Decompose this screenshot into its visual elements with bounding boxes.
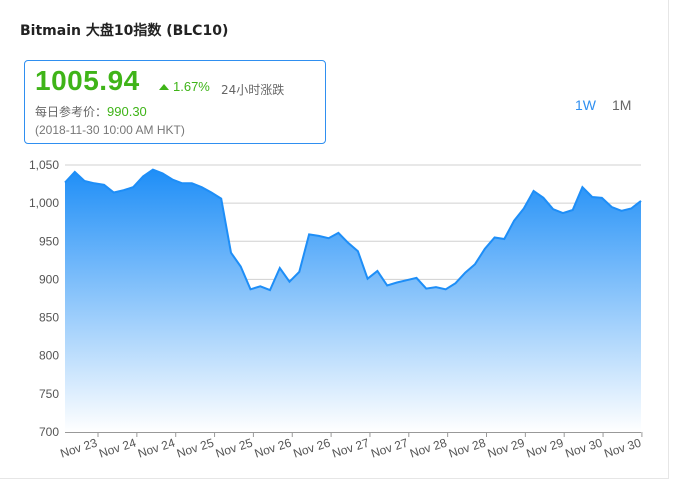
x-tick-label: Nov 30 [602, 435, 643, 460]
x-tick-label: Nov 28 [447, 435, 488, 460]
x-tick-label: Nov 27 [369, 435, 410, 460]
x-tick-label: Nov 27 [330, 435, 371, 460]
y-tick-label: 1,000 [29, 196, 59, 210]
y-tick-label: 850 [39, 311, 59, 325]
x-tick-label: Nov 24 [97, 435, 138, 460]
x-tick-label: Nov 23 [58, 435, 99, 460]
x-tick-label: Nov 25 [175, 435, 216, 460]
y-tick-label: 700 [39, 425, 59, 439]
x-tick-label: Nov 24 [136, 435, 177, 460]
x-tick-label: Nov 29 [525, 435, 566, 460]
y-tick-label: 900 [39, 272, 59, 286]
x-axis: Nov 23Nov 24Nov 24Nov 25Nov 25Nov 26Nov … [58, 432, 643, 461]
x-tick-label: Nov 26 [253, 435, 294, 460]
y-tick-label: 950 [39, 234, 59, 248]
area-series [64, 168, 642, 432]
y-tick-label: 1,050 [29, 158, 59, 172]
y-tick-label: 750 [39, 387, 59, 401]
y-tick-label: 800 [39, 349, 59, 363]
x-tick-label: Nov 25 [214, 435, 255, 460]
x-tick-label: Nov 29 [486, 435, 527, 460]
x-tick-label: Nov 26 [292, 435, 333, 460]
y-axis: 700 750 800 850 900 950 1,000 1,050 [29, 158, 59, 439]
x-tick-label: Nov 28 [408, 435, 449, 460]
area-chart: 7007508008509009501,0001,050 Nov 23Nov 2… [29, 158, 643, 461]
x-tick-label: Nov 30 [563, 435, 604, 460]
